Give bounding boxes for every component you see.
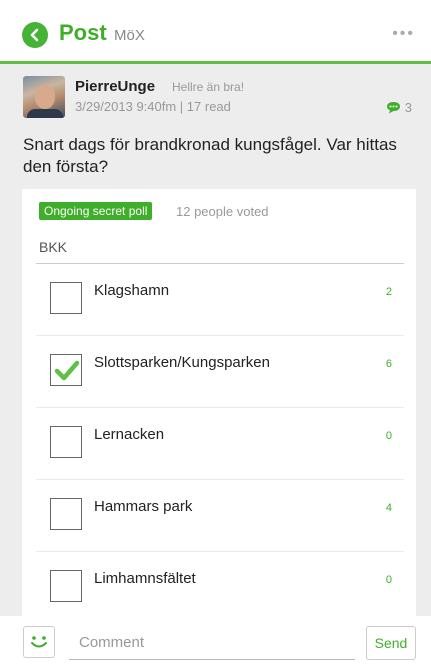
poll-option[interactable]: Hammars park 4 [36,480,404,552]
speech-bubble-icon [386,102,400,114]
poll-checkbox[interactable] [50,426,82,458]
comment-composer: Send [0,616,431,668]
more-dots-icon[interactable]: ••• [392,25,415,43]
poll-option-label: Hammars park [94,498,193,515]
back-button[interactable] [22,22,48,48]
top-bar: Post MöX ••• [0,0,431,64]
poll-checkbox[interactable] [50,570,82,602]
send-button[interactable]: Send [366,626,416,660]
poll-option[interactable]: Slottsparken/Kungsparken 6 [36,336,404,408]
post-meta: 3/29/2013 9:40fm | 17 read [75,99,231,114]
poll-option[interactable]: Limhamnsfältet 0 [36,552,404,616]
post-area: PierreUnge Hellre än bra! 3/29/2013 9:40… [0,64,431,616]
poll-group-label: BKK [39,239,68,255]
poll-checkbox[interactable] [50,498,82,530]
poll-card: Ongoing secret poll 12 people voted BKK … [22,189,416,616]
comment-count[interactable]: 3 [386,100,412,115]
poll-checkbox[interactable] [50,282,82,314]
poll-option-label: Klagshamn [94,282,170,299]
page-subtitle: MöX [114,27,145,44]
poll-option-count: 0 [385,430,392,442]
comment-count-value: 3 [404,100,412,115]
author-name[interactable]: PierreUnge [75,78,155,95]
poll-option[interactable]: Lernacken 0 [36,408,404,480]
poll-option-label: Slottsparken/Kungsparken [94,354,270,371]
poll-option-label: Lernacken [94,426,165,443]
checkmark-icon [54,360,80,381]
poll-option-count: 2 [385,286,392,298]
author-tagline: Hellre än bra! [172,80,245,94]
page-title: Post [59,20,107,45]
poll-option-count: 6 [385,358,392,370]
post-text: Snart dags för brandkronad kungsfågel. V… [23,135,397,176]
poll-status-badge: Ongoing secret poll [39,202,153,220]
poll-option-count: 4 [385,502,392,514]
avatar[interactable] [23,76,65,118]
smiley-icon [31,636,47,648]
back-arrow-icon [30,28,39,42]
poll-option-label: Limhamnsfältet [94,570,196,587]
poll-voted-count: 12 people voted [176,204,269,219]
poll-checkbox[interactable] [50,354,82,386]
poll-option[interactable]: Klagshamn 2 [36,264,404,336]
poll-option-count: 0 [385,574,392,586]
emoji-button[interactable] [23,626,55,658]
comment-input[interactable] [69,626,355,660]
